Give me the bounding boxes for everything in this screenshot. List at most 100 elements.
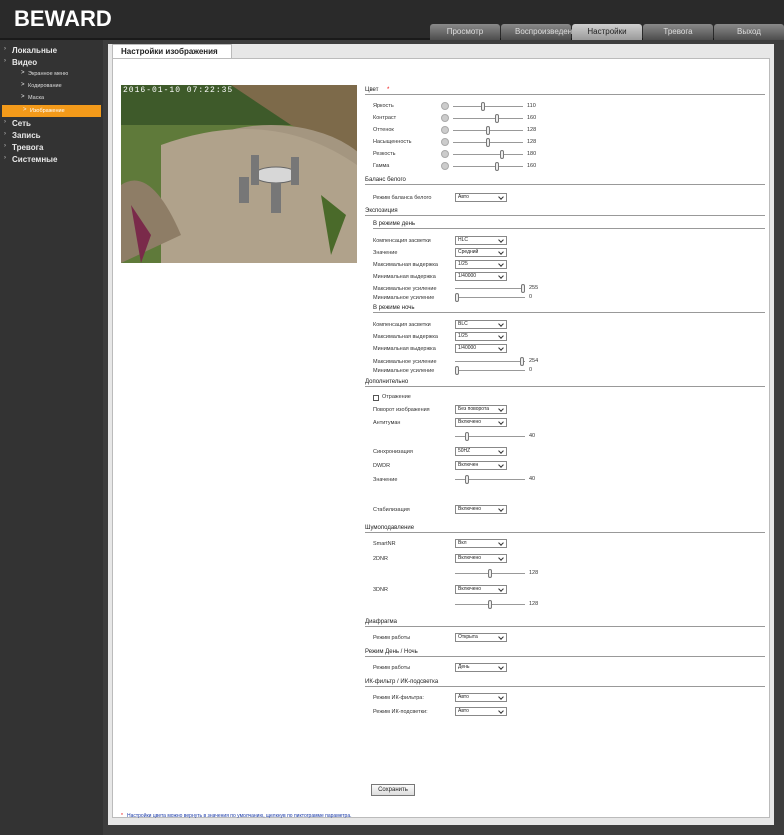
- dnr2-select[interactable]: Включено: [455, 554, 507, 563]
- contrast-icon[interactable]: [441, 114, 449, 122]
- color-label-4: Резкость: [373, 151, 396, 157]
- required-star: *: [387, 87, 390, 93]
- color-slider-2[interactable]: [453, 125, 523, 135]
- dnr2-slider[interactable]: [455, 569, 525, 578]
- sidebar-item-8[interactable]: › Тревога: [0, 141, 103, 153]
- chevron-right-icon: >: [21, 82, 25, 88]
- slider-thumb[interactable]: [499, 149, 504, 159]
- slider-thumb[interactable]: [488, 600, 492, 609]
- dnr3-select[interactable]: Включено: [455, 585, 507, 594]
- sync-select[interactable]: 50HZ: [455, 447, 507, 456]
- sync-label: Синхронизация: [373, 449, 413, 455]
- dnr3-slider[interactable]: [455, 600, 525, 609]
- slider-thumb[interactable]: [494, 113, 499, 123]
- slider-thumb[interactable]: [455, 366, 459, 375]
- section-iris: Диафрагма: [365, 619, 765, 627]
- slider-track: [455, 297, 525, 298]
- antifog-select[interactable]: Включено: [455, 418, 507, 427]
- camera-timestamp: 2016-01-10 07:22:35: [123, 86, 234, 95]
- ir-light-label: Режим ИК-подсветки:: [373, 709, 428, 715]
- camera-preview: 2016-01-10 07:22:35: [121, 85, 357, 263]
- slider-thumb[interactable]: [521, 284, 525, 293]
- tab-logout[interactable]: Выход: [714, 24, 784, 40]
- sidebar-item-7[interactable]: › Запись: [0, 129, 103, 141]
- settings-panel: 2016-01-10 07:22:35 Цвет * Яркость 110 Контр…: [112, 58, 770, 819]
- day-select-1[interactable]: Средний: [455, 248, 507, 257]
- smartnr-select[interactable]: Вкл: [455, 539, 507, 548]
- night-select-1[interactable]: 1/25: [455, 332, 507, 341]
- night-slider-label-1: Минимальное усиление: [373, 368, 435, 374]
- sidebar-item-label: Изображение: [30, 108, 65, 114]
- sidebar-item-label: Запись: [12, 131, 41, 140]
- ir-filter-select[interactable]: Авто: [455, 693, 507, 702]
- slider-thumb[interactable]: [455, 293, 459, 302]
- day-label-1: Значение: [373, 250, 398, 256]
- slider-thumb[interactable]: [494, 161, 499, 171]
- color-slider-4[interactable]: [453, 149, 523, 159]
- camera-scene-image: [121, 85, 357, 263]
- sidebar-item-5[interactable]: > Изображение: [2, 105, 101, 117]
- save-button[interactable]: Сохранить: [371, 784, 415, 796]
- slider-thumb[interactable]: [486, 137, 490, 147]
- wb-select[interactable]: Авто: [455, 193, 507, 202]
- sidebar-item-4[interactable]: > Маска: [0, 92, 103, 104]
- sharpness-icon[interactable]: [441, 150, 449, 158]
- sidebar-item-label: Экранное меню: [28, 71, 69, 77]
- day-select-0[interactable]: HLC: [455, 236, 507, 245]
- antifog-slider[interactable]: [455, 432, 525, 441]
- day-slider-1[interactable]: [455, 293, 525, 302]
- sidebar-item-3[interactable]: > Кодирование: [0, 80, 103, 92]
- tab-settings[interactable]: Настройки: [572, 24, 642, 40]
- night-select-2[interactable]: 1/40000: [455, 344, 507, 353]
- night-select-0[interactable]: BLC: [455, 320, 507, 329]
- sidebar-item-2[interactable]: > Экранное меню: [0, 68, 103, 80]
- color-slider-1[interactable]: [453, 113, 523, 123]
- color-slider-5-value: 160: [527, 162, 537, 169]
- slider-thumb[interactable]: [481, 101, 486, 111]
- stab-select[interactable]: Включено: [455, 505, 507, 514]
- day-select-3[interactable]: 1/40000: [455, 272, 507, 281]
- sidebar-item-0[interactable]: › Локальные: [0, 44, 103, 56]
- dwdr-select[interactable]: Включен: [455, 461, 507, 470]
- night-slider-1[interactable]: [455, 366, 525, 375]
- day-slider-0[interactable]: [455, 284, 525, 293]
- slider-thumb[interactable]: [520, 357, 525, 366]
- ir-light-select[interactable]: Авто: [455, 707, 507, 716]
- day-slider-label-1: Минимальное усиление: [373, 295, 435, 301]
- mirror-checkbox[interactable]: [373, 395, 379, 401]
- slider-thumb[interactable]: [488, 569, 492, 578]
- rotate-select[interactable]: Без поворота: [455, 405, 507, 414]
- dwdr-slider[interactable]: [455, 475, 525, 484]
- sidebar-item-9[interactable]: › Системные: [0, 153, 103, 165]
- sidebar-item-6[interactable]: › Сеть: [0, 117, 103, 129]
- tab-alarm[interactable]: Тревога: [643, 24, 713, 40]
- note-text: Настройки цвета можно вернуть в значения…: [126, 813, 352, 819]
- slider-thumb[interactable]: [486, 125, 490, 135]
- color-slider-5[interactable]: [453, 161, 523, 171]
- color-label-1: Контраст: [373, 115, 397, 121]
- slider-thumb[interactable]: [464, 432, 469, 441]
- antifog-slider-value: 40: [529, 433, 536, 439]
- night-slider-0[interactable]: [455, 357, 525, 366]
- tab-view[interactable]: Просмотр: [430, 24, 500, 40]
- iris-select[interactable]: Открыта: [455, 633, 507, 642]
- day-select-2[interactable]: 1/25: [455, 260, 507, 269]
- slider-track: [455, 370, 525, 371]
- tab-playback[interactable]: Воспроизведение: [501, 24, 581, 40]
- sidebar-item-1[interactable]: › Видео: [0, 56, 103, 68]
- color-slider-3[interactable]: [453, 137, 523, 147]
- gamma-icon[interactable]: [441, 162, 449, 170]
- dnr3-label: 3DNR: [373, 587, 388, 593]
- page-title-tab[interactable]: Настройки изображения: [112, 44, 232, 58]
- hue-icon[interactable]: [441, 126, 449, 134]
- night-label-0: Компенсация засветки: [373, 322, 431, 328]
- saturation-icon[interactable]: [441, 138, 449, 146]
- day-label-3: Минимальная выдержка: [373, 274, 436, 280]
- color-label-2: Оттенок: [373, 127, 394, 133]
- brightness-icon[interactable]: [441, 102, 449, 110]
- stab-label: Стабилизация: [373, 507, 410, 513]
- daynight-select[interactable]: День: [455, 663, 507, 672]
- color-slider-0[interactable]: [453, 101, 523, 111]
- triangle-icon: ›: [4, 46, 6, 52]
- slider-thumb[interactable]: [464, 475, 469, 484]
